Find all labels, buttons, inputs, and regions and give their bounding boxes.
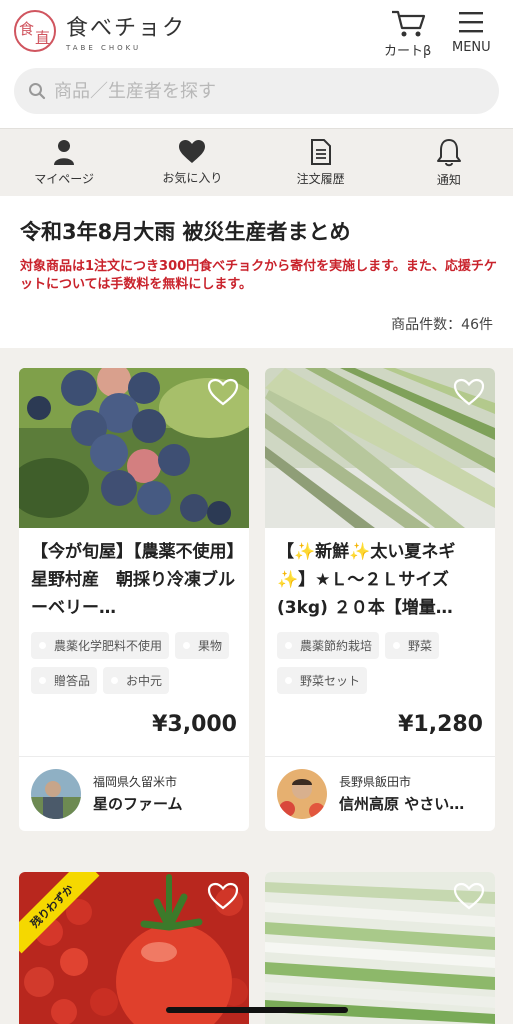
- producer-info[interactable]: 福岡県久留米市 星のファーム: [19, 756, 249, 831]
- menu-button[interactable]: MENU: [452, 8, 491, 55]
- tag[interactable]: お中元: [103, 667, 170, 694]
- tag[interactable]: 農薬化学肥料不使用: [31, 632, 170, 659]
- tag[interactable]: 贈答品: [31, 667, 98, 694]
- menu-label: MENU: [452, 40, 491, 55]
- cart-label: カートβ: [384, 44, 432, 59]
- nav-label: マイページ: [34, 172, 94, 186]
- product-image-tomatoes[interactable]: 残りわずか: [19, 872, 249, 1024]
- tabechoku-logo[interactable]: 食直 食べチョク TABE CHOKU: [14, 10, 186, 52]
- tag-dot-icon: [183, 642, 191, 649]
- nav-item-favorites[interactable]: お気に入り: [128, 129, 256, 196]
- product-price: ¥1,280: [398, 712, 483, 737]
- product-card[interactable]: [265, 872, 495, 1024]
- tag-label: 野菜セット: [300, 674, 361, 688]
- product-count: 商品件数：46件: [391, 317, 493, 333]
- tag-label: 農薬化学肥料不使用: [54, 639, 163, 653]
- app-header: 食直 食べチョク TABE CHOKU カートβ MENU: [0, 0, 513, 128]
- product-tags: 農薬化学肥料不使用 果物 贈答品 お中元: [31, 632, 246, 694]
- favorite-heart-icon[interactable]: [453, 378, 485, 406]
- cart-button[interactable]: カートβ: [384, 8, 431, 59]
- product-card[interactable]: 残りわずか: [19, 872, 249, 1024]
- tag-label: 野菜: [408, 639, 433, 653]
- nav-item-order-history[interactable]: 注文履歴: [257, 129, 385, 196]
- tag-label: 贈答品: [54, 674, 91, 688]
- feature-title: 令和3年8月大雨 被災生産者まとめ: [20, 220, 351, 244]
- tag-dot-icon: [285, 677, 292, 684]
- search-icon: [29, 83, 46, 100]
- search-bar[interactable]: [14, 68, 499, 114]
- producer-prefecture: 福岡県久留米市: [93, 775, 178, 789]
- tag[interactable]: 農薬節約栽培: [277, 632, 380, 659]
- nav-label: 注文履歴: [296, 172, 345, 186]
- nav-item-notifications[interactable]: 通知: [385, 129, 513, 196]
- home-indicator[interactable]: [166, 1007, 348, 1013]
- product-card[interactable]: 【今が旬屋】【農薬不使用】星野村産 朝採り冷凍ブルーベリー… 農薬化学肥料不使用…: [19, 368, 249, 831]
- product-image-green-onions[interactable]: [265, 368, 495, 528]
- tag-dot-icon: [393, 642, 401, 649]
- tag-dot-icon: [111, 677, 119, 684]
- tag-dot-icon: [285, 642, 292, 649]
- quick-nav: マイページ お気に入り 注文履歴 通知: [0, 128, 513, 196]
- product-price: ¥3,000: [152, 712, 237, 737]
- favorite-heart-icon[interactable]: [453, 882, 485, 910]
- person-icon: [54, 140, 75, 165]
- tag-label: お中元: [126, 674, 163, 688]
- tag-dot-icon: [39, 677, 46, 684]
- heart-icon: [179, 140, 206, 163]
- feature-section: 令和3年8月大雨 被災生産者まとめ 対象商品は1注文につき300円食べチョクから…: [0, 196, 513, 348]
- product-tags: 農薬節約栽培 野菜 野菜セット: [277, 632, 492, 694]
- bell-icon: [436, 139, 461, 167]
- donation-notice: 対象商品は1注文につき300円食べチョクから寄付を実施します。また、応援チケット…: [20, 259, 497, 292]
- nav-item-mypage[interactable]: マイページ: [0, 129, 128, 196]
- product-title[interactable]: 【今が旬屋】【農薬不使用】星野村産 朝採り冷凍ブルーベリー…: [31, 538, 237, 622]
- logo-subtext: TABE CHOKU: [66, 44, 142, 52]
- favorite-heart-icon[interactable]: [207, 378, 239, 406]
- producer-prefecture: 長野県飯田市: [339, 775, 412, 789]
- logo-seal-icon: 食直: [14, 10, 56, 52]
- logo-text: 食べチョク: [66, 16, 187, 41]
- document-icon: [310, 139, 331, 165]
- producer-name[interactable]: 星のファーム: [93, 793, 238, 814]
- producer-avatar: [31, 769, 81, 819]
- producer-name[interactable]: 信州高原 やさい…: [339, 793, 484, 814]
- product-title[interactable]: 【✨新鮮✨太い夏ネギ✨】★Ｌ～２Ｌサイズ(3kg) ２０本【増量…: [277, 538, 483, 622]
- product-image-blueberries[interactable]: [19, 368, 249, 528]
- nav-label: 通知: [436, 173, 461, 187]
- tag-label: 農薬節約栽培: [300, 639, 373, 653]
- product-image-leeks[interactable]: [265, 872, 495, 1024]
- search-input[interactable]: [54, 80, 474, 102]
- tag-dot-icon: [39, 642, 46, 649]
- tag[interactable]: 野菜: [385, 632, 440, 659]
- cart-icon: [391, 10, 425, 37]
- nav-label: お気に入り: [162, 171, 223, 185]
- product-card[interactable]: 【✨新鮮✨太い夏ネギ✨】★Ｌ～２Ｌサイズ(3kg) ２０本【増量… 農薬節約栽培…: [265, 368, 495, 831]
- tag[interactable]: 果物: [175, 632, 230, 659]
- producer-info[interactable]: 長野県飯田市 信州高原 やさい…: [265, 756, 495, 831]
- producer-avatar: [277, 769, 327, 819]
- favorite-heart-icon[interactable]: [207, 882, 239, 910]
- tag[interactable]: 野菜セット: [277, 667, 368, 694]
- hamburger-icon: [459, 12, 484, 33]
- tag-label: 果物: [198, 639, 223, 653]
